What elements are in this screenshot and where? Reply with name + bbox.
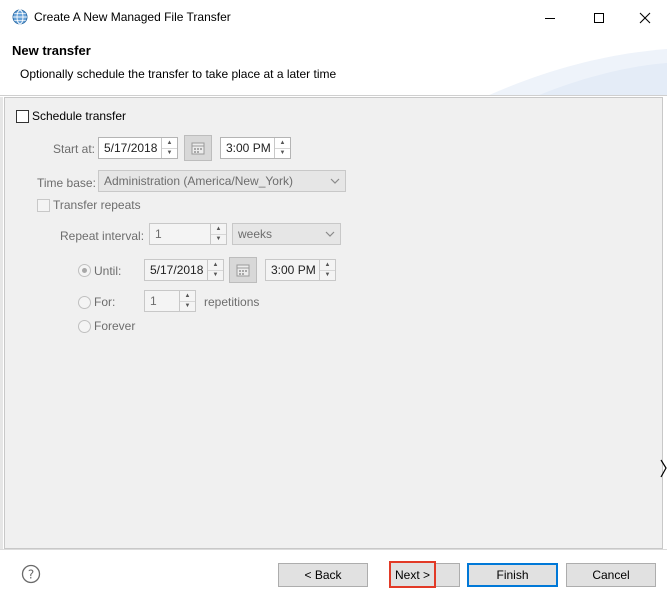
spin-down-icon[interactable]: ▼ bbox=[211, 235, 226, 245]
window-edge bbox=[0, 97, 3, 549]
spin-down-icon[interactable]: ▼ bbox=[180, 302, 195, 312]
cancel-button[interactable]: Cancel bbox=[566, 563, 656, 587]
until-date-calendar-button[interactable] bbox=[229, 257, 257, 283]
chevron-down-icon bbox=[330, 178, 340, 184]
page-description: Optionally schedule the transfer to take… bbox=[20, 67, 337, 81]
spin-up-icon[interactable]: ▲ bbox=[180, 291, 195, 302]
spin-up-icon[interactable]: ▲ bbox=[320, 260, 335, 271]
spin-down-icon[interactable]: ▼ bbox=[275, 149, 290, 159]
until-date-value: 5/17/2018 bbox=[150, 263, 204, 277]
maximize-icon bbox=[594, 12, 604, 23]
repeat-unit-value: weeks bbox=[238, 227, 273, 241]
page-title: New transfer bbox=[12, 43, 91, 58]
for-repetitions-spinner[interactable]: 1 ▲ ▼ bbox=[144, 290, 196, 312]
until-time-value: 3:00 PM bbox=[271, 263, 316, 277]
calendar-icon bbox=[236, 264, 250, 277]
repetitions-label: repetitions bbox=[204, 295, 260, 309]
spin-down-icon[interactable]: ▼ bbox=[208, 271, 223, 281]
start-time-value: 3:00 PM bbox=[226, 141, 271, 155]
help-icon[interactable]: ? bbox=[21, 564, 41, 584]
globe-icon bbox=[12, 9, 28, 25]
transfer-repeats-label: Transfer repeats bbox=[53, 198, 141, 212]
time-base-value: Administration (America/New_York) bbox=[104, 174, 293, 188]
repeat-interval-value: 1 bbox=[155, 227, 162, 241]
repeat-unit-select[interactable]: weeks bbox=[232, 223, 341, 245]
finish-button[interactable]: Finish bbox=[467, 563, 558, 587]
spin-up-icon[interactable]: ▲ bbox=[211, 224, 226, 235]
header-decoration bbox=[489, 49, 667, 95]
mouse-cursor-icon bbox=[660, 459, 667, 478]
start-date-spinner[interactable]: 5/17/2018 ▲ ▼ bbox=[98, 137, 178, 159]
until-radio[interactable] bbox=[78, 264, 91, 277]
until-label: Until: bbox=[94, 264, 122, 278]
next-button-edge bbox=[436, 563, 460, 587]
start-date-calendar-button[interactable] bbox=[184, 135, 212, 161]
radio-selected-dot bbox=[82, 268, 87, 273]
start-date-value: 5/17/2018 bbox=[104, 141, 158, 155]
time-base-select[interactable]: Administration (America/New_York) bbox=[98, 170, 346, 192]
until-date-spinner[interactable]: 5/17/2018 ▲ ▼ bbox=[144, 259, 224, 281]
schedule-transfer-label: Schedule transfer bbox=[32, 109, 127, 123]
footer-divider bbox=[0, 549, 667, 550]
close-button[interactable] bbox=[622, 0, 667, 35]
close-icon bbox=[639, 12, 651, 23]
start-at-label: Start at: bbox=[53, 142, 96, 156]
chevron-down-icon bbox=[325, 231, 335, 237]
spin-down-icon[interactable]: ▼ bbox=[162, 149, 177, 159]
spin-up-icon[interactable]: ▲ bbox=[275, 138, 290, 149]
for-repetitions-value: 1 bbox=[150, 294, 157, 308]
repeat-interval-spinner[interactable]: 1 ▲ ▼ bbox=[149, 223, 227, 245]
window-title: Create A New Managed File Transfer bbox=[34, 10, 231, 24]
transfer-repeats-checkbox[interactable] bbox=[37, 199, 50, 212]
next-button[interactable]: Next > bbox=[389, 561, 436, 588]
repeat-interval-label: Repeat interval: bbox=[60, 229, 145, 243]
spin-down-icon[interactable]: ▼ bbox=[320, 271, 335, 281]
until-time-spinner[interactable]: 3:00 PM ▲ ▼ bbox=[265, 259, 336, 281]
title-bar: Create A New Managed File Transfer bbox=[0, 0, 667, 35]
svg-text:?: ? bbox=[28, 568, 34, 582]
spin-up-icon[interactable]: ▲ bbox=[208, 260, 223, 271]
forever-radio[interactable] bbox=[78, 320, 91, 333]
for-radio[interactable] bbox=[78, 296, 91, 309]
calendar-icon bbox=[191, 142, 205, 155]
for-label: For: bbox=[94, 295, 116, 309]
schedule-transfer-checkbox[interactable] bbox=[16, 110, 29, 123]
spin-up-icon[interactable]: ▲ bbox=[162, 138, 177, 149]
time-base-label: Time base: bbox=[37, 176, 96, 190]
forever-label: Forever bbox=[94, 319, 136, 333]
minimize-icon bbox=[545, 17, 555, 19]
wizard-header: New transfer Optionally schedule the tra… bbox=[0, 35, 667, 96]
back-button[interactable]: < Back bbox=[278, 563, 368, 587]
start-time-spinner[interactable]: 3:00 PM ▲ ▼ bbox=[220, 137, 291, 159]
maximize-button[interactable] bbox=[576, 0, 622, 35]
minimize-button[interactable] bbox=[527, 0, 573, 35]
